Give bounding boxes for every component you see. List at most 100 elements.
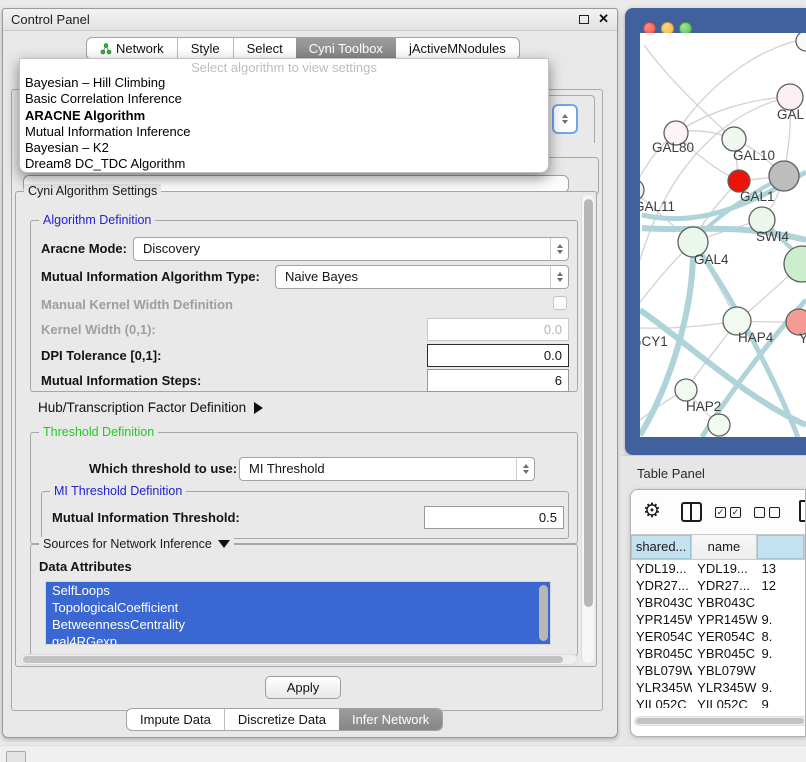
algorithm-definition-title: Algorithm Definition [39, 213, 155, 227]
top-tab-bar: NetworkStyle Select Cyni Toolbox jActiveMNo… [86, 37, 520, 60]
split-pane-icon[interactable] [681, 502, 702, 522]
table-hscrollbar-thumb[interactable] [636, 718, 804, 724]
column-header[interactable]: name [692, 535, 756, 559]
table-row[interactable]: YDL19...YDL19...13 [631, 560, 805, 577]
combo-stepper-icon [550, 238, 568, 260]
mi-steps-label: Mutual Information Steps: [41, 373, 201, 388]
algorithm-option[interactable]: Bayesian – K2 [20, 140, 548, 156]
network-node[interactable] [708, 414, 730, 436]
table-hscrollbar-track[interactable] [634, 716, 806, 726]
network-node-label: GCY1 [640, 334, 668, 349]
table-row[interactable]: YLR345WYLR345W9. [631, 679, 805, 696]
tab-label: Select [247, 41, 283, 56]
title-bar: Control Panel ✕ [3, 9, 617, 31]
kernel-width-field[interactable]: 0.0 [427, 318, 569, 341]
table-cell: YDR27... [631, 577, 692, 594]
attribute-item[interactable]: BetweennessCentrality [46, 616, 550, 633]
expand-arrow-icon [254, 402, 263, 414]
table-row[interactable]: YBL079WYBL079W [631, 662, 805, 679]
manual-kernel-label: Manual Kernel Width Definition [41, 297, 233, 312]
tab-label: Cyni Toolbox [309, 41, 383, 56]
table-row[interactable]: YDR27...YDR27...12 [631, 577, 805, 594]
algorithm-dropdown-popup: Select algorithm to view settings Bayesi… [19, 58, 549, 173]
network-node-label: GAL11 [640, 199, 675, 214]
tab-cyni-toolbox[interactable]: Cyni Toolbox [296, 38, 396, 59]
network-node-hap2[interactable] [675, 379, 697, 401]
network-node-label: HAP4 [738, 330, 774, 345]
mi-threshold-definition-title: MI Threshold Definition [50, 484, 186, 498]
algorithm-option[interactable]: Dream8 DC_TDC Algorithm [20, 156, 548, 172]
table-row[interactable]: YBR045CYBR045C9. [631, 645, 805, 662]
algorithm-option[interactable]: Mutual Information Inference [20, 124, 548, 140]
settings-hscrollbar-thumb[interactable] [23, 656, 563, 663]
list-scrollbar[interactable] [539, 585, 548, 641]
select-all-checkboxes-icon[interactable]: ✓✓ [715, 507, 741, 518]
network-canvas[interactable]: GALGAL80GAL10GAL1GAL11SWI4GAL4GCY1HAP4YH… [640, 33, 806, 437]
float-window-icon[interactable] [579, 15, 589, 24]
attribute-item[interactable]: TopologicalCoefficient [46, 599, 550, 616]
combo-stepper-icon [550, 266, 568, 288]
dpi-tolerance-field[interactable]: 0.0 [427, 344, 569, 367]
table-cell: YDL19... [692, 560, 756, 577]
mi-type-combo[interactable]: Naive Bayes [275, 265, 569, 289]
network-icon [100, 43, 112, 55]
table-cell: YER054C [631, 628, 692, 645]
table-row[interactable]: YIL052CYIL052C9 [631, 696, 805, 708]
hub-section-label: Hub/Transcription Factor Definition [38, 400, 246, 415]
apply-button[interactable]: Apply [265, 676, 341, 699]
tab-network[interactable]: Network [87, 38, 177, 59]
table-cell [757, 594, 806, 611]
network-node[interactable] [796, 33, 806, 51]
network-node[interactable] [769, 161, 799, 191]
table-cell [757, 662, 806, 679]
column-header[interactable] [757, 535, 805, 559]
table-cell: YDL19... [631, 560, 692, 577]
bottom-tab-impute-data[interactable]: Impute Data [127, 709, 224, 730]
mi-threshold-field[interactable]: 0.5 [424, 506, 564, 529]
network-graph: GALGAL80GAL10GAL1GAL11SWI4GAL4GCY1HAP4YH… [640, 33, 806, 437]
algorithm-option[interactable]: Basic Correlation Inference [20, 91, 548, 107]
table-row[interactable]: YBR043CYBR043C [631, 594, 805, 611]
settings-scrollbar-thumb[interactable] [584, 199, 593, 607]
manual-kernel-checkbox[interactable] [553, 296, 567, 310]
tab-select[interactable]: Select [233, 38, 296, 59]
algorithm-option-list: Bayesian – Hill ClimbingBasic Correlatio… [20, 75, 548, 173]
settings-scrollbar-track[interactable] [581, 195, 594, 663]
mi-steps-field[interactable]: 6 [427, 369, 569, 392]
table-panel-title: Table Panel [637, 466, 705, 481]
table-cell: YBR043C [631, 594, 692, 611]
which-threshold-combo[interactable]: MI Threshold [239, 457, 535, 481]
close-icon[interactable]: ✕ [598, 11, 609, 27]
aracne-mode-combo[interactable]: Discovery [133, 237, 569, 261]
table-cell: YLR345W [692, 679, 756, 696]
table-row[interactable]: YER054CYER054C8. [631, 628, 805, 645]
table-cell: YDR27... [692, 577, 756, 594]
table-cell: YBR045C [631, 645, 692, 662]
document-icon[interactable] [799, 500, 806, 522]
table-header-row: shared...name [631, 534, 805, 560]
algorithm-option[interactable]: ARACNE Algorithm [20, 108, 548, 124]
bottom-tab-discretize-data[interactable]: Discretize Data [224, 709, 339, 730]
focused-combo-fragment[interactable] [552, 104, 578, 134]
attribute-item[interactable]: gal4RGexp [46, 633, 550, 645]
bottom-strip [0, 745, 806, 762]
bottom-tab-infer-network[interactable]: Infer Network [339, 709, 442, 730]
table-row[interactable]: YPR145WYPR145W9. [631, 611, 805, 628]
network-node-label: GAL [777, 107, 805, 122]
table-cell: 8. [757, 628, 806, 645]
tab-jactivemnodules[interactable]: jActiveMNodules [396, 38, 519, 59]
algorithm-option[interactable]: Bayesian – Hill Climbing [20, 75, 548, 91]
table-cell: 9. [757, 645, 806, 662]
minimized-panel-button[interactable] [6, 751, 26, 762]
sources-title: Sources for Network Inference [39, 537, 234, 551]
mi-threshold-label: Mutual Information Threshold: [52, 510, 240, 525]
hub-transcription-factor-section[interactable]: Hub/Transcription Factor Definition [38, 400, 263, 415]
tab-style[interactable]: Style [177, 38, 233, 59]
table-cell: YLR345W [631, 679, 692, 696]
deselect-checkboxes-icon[interactable] [754, 507, 780, 518]
settings-gear-icon[interactable]: ⚙ [643, 498, 661, 523]
attribute-item[interactable]: SelfLoops [46, 582, 550, 599]
column-header[interactable]: shared... [631, 535, 692, 559]
settings-hscrollbar-track[interactable] [20, 654, 578, 665]
table-cell: YPR145W [692, 611, 756, 628]
